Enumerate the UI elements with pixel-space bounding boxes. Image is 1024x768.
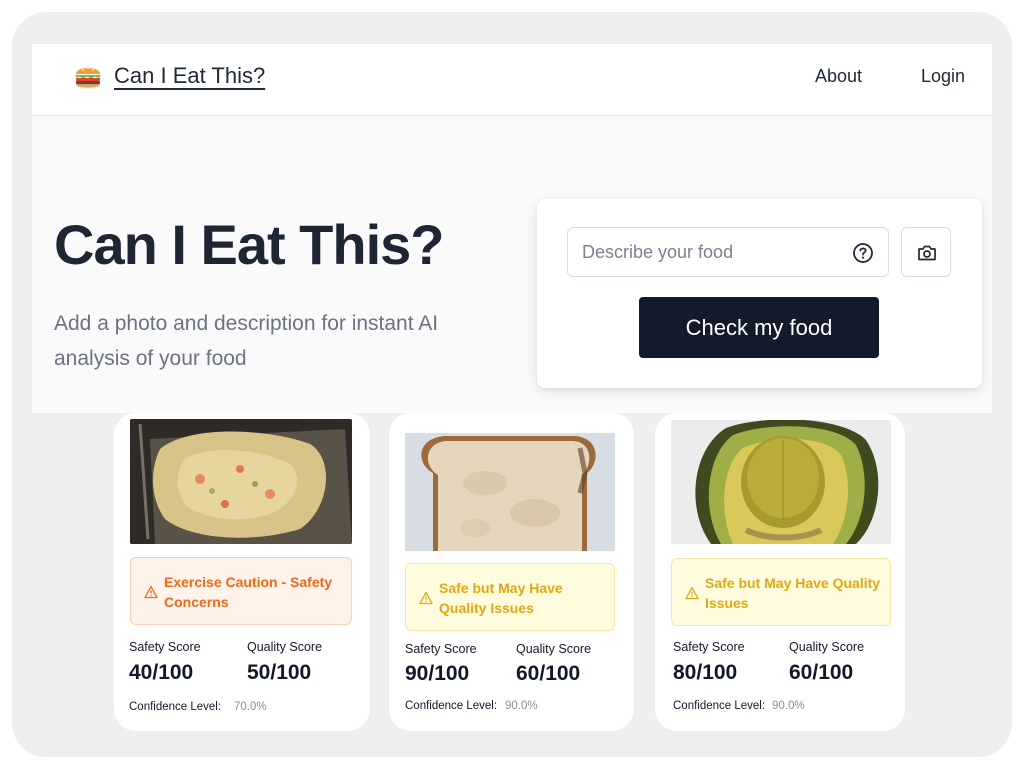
check-food-button[interactable]: Check my food [639,297,879,358]
food-photo-pasta-salad [130,419,352,544]
burger-logo-icon [75,67,101,88]
food-photo-avocado [671,420,891,544]
warning-triangle-icon [685,586,699,600]
safety-score-value: 90/100 [405,662,470,685]
status-text: Exercise Caution - Safety Concerns [164,574,333,610]
food-photo-image [671,420,891,544]
quality-score-label: Quality Score [247,640,323,654]
hero-subtitle: Add a photo and description for instant … [54,312,439,370]
confidence-value: 70.0% [234,701,267,713]
safety-score-label: Safety Score [405,642,477,656]
confidence-label: Confidence Level: [405,700,498,712]
brand-link[interactable]: Can I Eat This? [114,63,265,89]
food-description-field[interactable] [567,227,889,277]
nav-login-link[interactable]: Login [921,66,965,87]
status-badge: Safe but May Have Quality Issues [671,558,891,626]
hero-title: Can I Eat This? [54,213,444,276]
confidence-value: 90.0% [772,700,805,712]
confidence-label: Confidence Level: [129,701,222,713]
safety-score-value: 80/100 [673,661,738,684]
camera-icon [918,245,936,261]
food-description-input[interactable] [582,228,842,276]
result-card: Safe but May Have Quality Issues Safety … [389,413,634,731]
camera-upload-button[interactable] [901,227,951,277]
quality-score-value: 60/100 [789,661,854,684]
question-circle-icon[interactable] [852,242,874,264]
confidence-value: 90.0% [505,700,538,712]
result-card: Safe but May Have Quality Issues Safety … [655,413,905,731]
food-photo-image [405,433,615,551]
confidence-label: Confidence Level: [673,700,766,712]
safety-score-label: Safety Score [673,640,745,654]
food-photo-image [130,419,352,544]
food-check-form: Check my food [537,199,982,388]
status-badge: Safe but May Have Quality Issues [405,563,615,631]
app-page: Can I Eat This? About Login Can I Eat Th… [32,44,992,413]
status-text: Safe but May Have Quality Issues [439,580,563,616]
status-badge: Exercise Caution - Safety Concerns [130,557,352,625]
nav-about-link[interactable]: About [815,66,862,87]
safety-score-value: 40/100 [129,661,194,684]
safety-score-label: Safety Score [129,640,201,654]
warning-triangle-icon [144,585,158,599]
status-text: Safe but May Have Quality Issues [705,575,881,611]
food-photo-bread [405,433,615,551]
quality-score-value: 50/100 [247,661,312,684]
warning-triangle-icon [419,591,433,605]
quality-score-value: 60/100 [516,662,581,685]
quality-score-label: Quality Score [789,640,865,654]
result-card: Exercise Caution - Safety Concerns Safet… [114,413,370,731]
quality-score-label: Quality Score [516,642,592,656]
top-navbar: Can I Eat This? About Login [32,44,992,116]
